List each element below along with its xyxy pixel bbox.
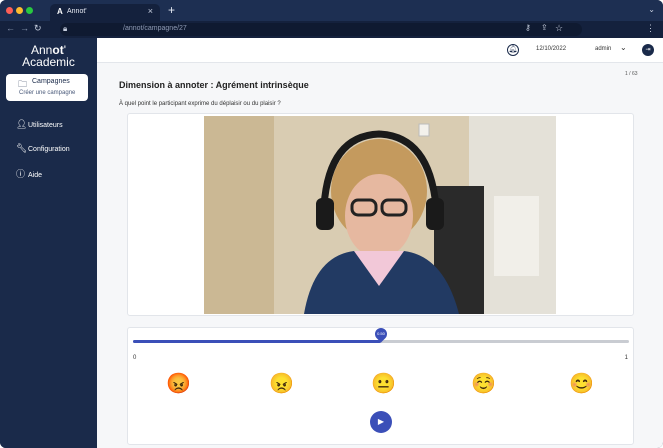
wrench-icon: 🔧︎	[16, 143, 28, 153]
navigation-bar: ← → ↻ 🔒︎ /annot/campagne/27 ⚷ ⇪ ☆ ⋮	[0, 21, 663, 38]
browser-menu-icon[interactable]: ⋮	[646, 23, 655, 34]
angry-emoji-icon[interactable]: 😠	[269, 373, 294, 395]
slider-value: 0.50	[377, 331, 385, 336]
top-bar: 🔔︎ 12/10/2022 admin ⌄ ⇥	[97, 38, 663, 63]
video-frame	[204, 116, 556, 314]
tab-title: Annot'	[67, 8, 87, 15]
page-title: Dimension à annoter : Agrément intrinsèq…	[119, 80, 309, 90]
annotation-slider-card: 0.50 0 1 😡 😠 😐 ☺️ 😊 ▶	[127, 325, 634, 445]
sidebar-item-utilisateurs[interactable]: 👤︎Utilisateurs	[16, 119, 63, 130]
key-icon[interactable]: ⚷	[525, 23, 531, 32]
star-icon[interactable]: ☆	[555, 23, 563, 34]
new-tab-icon[interactable]: +	[168, 3, 175, 17]
favicon-icon: A	[57, 7, 63, 16]
video-player[interactable]	[204, 116, 556, 314]
play-button[interactable]: ▶	[370, 411, 392, 433]
slider-min-label: 0	[133, 355, 137, 361]
date-display: 12/10/2022	[536, 46, 567, 52]
tab-strip: A Annot' × + ⌄	[0, 0, 663, 21]
sidebar-item-label: Aide	[28, 172, 43, 179]
slider-fill	[133, 340, 381, 343]
sidebar-item-campagnes[interactable]: 🗀 Campagnes Créer une campagne	[6, 74, 88, 101]
user-icon: 👤︎	[16, 119, 28, 129]
forward-icon[interactable]: →	[20, 23, 29, 33]
sidebar-item-label: Utilisateurs	[28, 122, 63, 129]
sidebar-item-configuration[interactable]: 🔧︎Configuration	[16, 143, 70, 154]
chevron-down-icon[interactable]: ⌄	[620, 43, 627, 52]
minimize-window-button[interactable]	[16, 7, 23, 14]
browser-tab[interactable]: A Annot' ×	[50, 4, 160, 21]
tab-menu-icon[interactable]: ⌄	[648, 5, 655, 14]
maximize-window-button[interactable]	[26, 7, 33, 14]
sidebar-item-label: Configuration	[28, 146, 70, 153]
sidebar: Annot' Academic 🗀 Campagnes Créer une ca…	[0, 38, 97, 448]
logout-icon[interactable]: ⇥	[642, 44, 654, 56]
logo-bottom: Academic	[22, 55, 75, 69]
browser-window: A Annot' × + ⌄ ← → ↻ 🔒︎ /annot/campagne/…	[0, 0, 663, 448]
video-card	[127, 113, 634, 316]
lock-icon: 🔒︎	[63, 24, 68, 33]
address-bar[interactable]: 🔒︎ /annot/campagne/27 ⚷ ⇪ ☆	[60, 23, 582, 36]
slider-max-label: 1	[624, 355, 628, 361]
create-campaign-link[interactable]: Créer une campagne	[19, 90, 75, 96]
bell-icon[interactable]: 🔔︎	[507, 44, 519, 56]
back-icon[interactable]: ←	[6, 23, 15, 33]
reload-icon[interactable]: ↻	[34, 23, 42, 34]
neutral-emoji-icon[interactable]: 😐	[371, 373, 396, 395]
tab-close-icon[interactable]: ×	[148, 6, 153, 16]
user-menu[interactable]: admin	[595, 46, 611, 52]
very-angry-emoji-icon[interactable]: 😡	[166, 373, 191, 395]
smiling-emoji-icon[interactable]: ☺️	[471, 373, 496, 395]
happy-emoji-icon[interactable]: 😊	[569, 373, 594, 395]
app-logo: Annot' Academic	[0, 44, 97, 68]
main-content: 🔔︎ 12/10/2022 admin ⌄ ⇥ 1 / 63 Dimension…	[97, 38, 663, 448]
slider-track[interactable]: 0.50	[133, 325, 629, 343]
sidebar-item-aide[interactable]: ⓘ Aide	[16, 167, 42, 180]
progress-counter: 1 / 63	[625, 71, 638, 77]
url-text: /annot/campagne/27	[123, 25, 187, 32]
help-icon: ⓘ	[16, 169, 26, 179]
annotation-question: À quel point le participant exprime du d…	[119, 101, 281, 107]
sidebar-item-label: Campagnes	[32, 78, 70, 85]
share-icon[interactable]: ⇪	[541, 23, 548, 32]
close-window-button[interactable]	[6, 7, 13, 14]
